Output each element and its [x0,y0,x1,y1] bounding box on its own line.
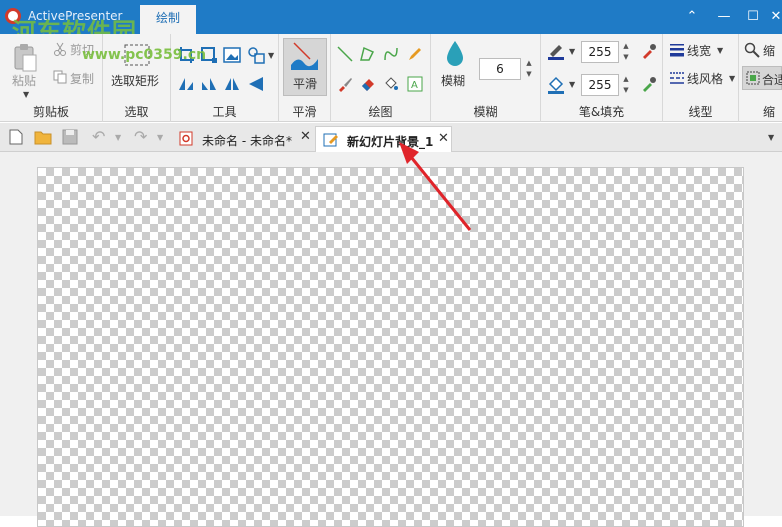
blur-drop-icon[interactable] [445,40,465,68]
watermark-url: www.pc0359.cn [82,47,207,63]
paste-icon[interactable] [12,42,38,72]
curve-tool-icon[interactable] [383,46,399,62]
copy-icon[interactable] [53,70,67,84]
line-width-icon[interactable] [669,43,685,57]
group-draw: A 绘图 [331,34,431,122]
image-edit-file-icon [323,133,338,147]
line-width-button[interactable]: 线宽 [687,42,711,59]
image-icon[interactable] [223,46,241,64]
fit-icon [746,71,760,85]
ribbon-tab-draw[interactable]: 绘制 [140,5,196,34]
paste-button[interactable]: 粘贴 [12,72,36,89]
blur-amount-stepper[interactable]: ▲ ▼ [524,58,534,80]
flip-horizontal-icon[interactable] [247,76,265,92]
svg-text:A: A [411,80,418,91]
group-label-select: 选取 [124,105,149,119]
group-label-line-type: 线型 [688,105,713,119]
group-label-pen-fill: 笔&填充 [578,105,625,119]
group-smooth: 平滑 平滑 [279,34,331,122]
pen-picker-icon[interactable] [641,43,657,59]
title-bar: ActivePresenter 河东软件园 绘制 ⌃ — ☐ ✕ [0,0,782,46]
group-blur: 模糊 6 ▲ ▼ 模糊 [431,34,541,122]
doc-tab-untitled-label: 未命名 - 未命名* [202,134,292,148]
blur-button[interactable]: 模糊 [441,72,465,89]
doc-tab-untitled-close-icon[interactable]: ✕ [300,129,311,144]
redo-dropdown-icon[interactable]: ▼ [157,133,163,142]
line-style-icon[interactable] [669,71,685,85]
fill-bucket-icon[interactable] [383,76,399,92]
shape-dropdown-icon[interactable]: ▼ [268,51,274,60]
close-button[interactable]: ✕ [766,8,782,26]
group-label-clipboard: 剪贴板 [32,105,69,119]
new-file-icon[interactable] [9,129,23,145]
text-tool-icon[interactable]: A [407,76,423,92]
save-icon[interactable] [62,129,78,145]
select-rect-button[interactable]: 选取矩形 [111,72,159,89]
maximize-button[interactable]: ☐ [743,8,763,26]
line-style-dropdown-icon[interactable]: ▼ [729,74,735,83]
rotate-left-icon[interactable] [177,76,195,92]
minimize-button[interactable]: — [714,8,734,26]
undo-icon[interactable]: ↶ [92,127,105,146]
zoom-button[interactable]: 缩 [763,42,775,59]
group-pen-fill: ▼ 255 ▲ ▼ ▼ 255 ▲ ▼ 笔&填充 [541,34,663,122]
line-width-dropdown-icon[interactable]: ▼ [717,46,723,55]
line-style-button[interactable]: 线风格 [687,70,723,87]
blur-amount-input[interactable]: 6 [479,58,521,80]
copy-button[interactable]: 复制 [70,70,94,87]
fill-color-dropdown-icon[interactable]: ▼ [569,80,575,89]
tab-list-dropdown-icon[interactable]: ▼ [768,133,774,142]
smooth-button[interactable]: 平滑 [283,38,327,96]
group-label-smooth: 平滑 [292,105,317,119]
group-zoom: 缩 合适 缩 [739,34,782,122]
group-label-zoom: 缩 [763,105,776,119]
zoom-fit-button[interactable]: 合适 [742,66,782,90]
pen-color-dropdown-icon[interactable]: ▼ [569,47,575,56]
pen-value-input[interactable]: 255 [581,41,619,63]
pencil-tool-icon[interactable] [407,46,423,62]
zoom-icon[interactable] [744,42,760,58]
undo-dropdown-icon[interactable]: ▼ [115,133,121,142]
brush-tool-icon[interactable] [337,76,353,92]
group-label-draw: 绘图 [368,105,393,119]
ribbon-collapse-icon[interactable]: ⌃ [682,8,702,26]
smooth-icon [291,42,318,70]
pen-value-stepper[interactable]: ▲ ▼ [621,41,631,63]
paste-dropdown-icon[interactable]: ▼ [23,90,29,99]
fill-value-stepper[interactable]: ▲ ▼ [621,74,631,96]
open-folder-icon[interactable] [34,129,52,145]
fill-value-input[interactable]: 255 [581,74,619,96]
flip-vertical-icon[interactable] [223,76,241,92]
fill-picker-icon[interactable] [641,76,657,92]
annotation-arrow-icon [399,142,472,231]
doc-tab-untitled[interactable]: 未命名 - 未命名* [173,126,315,152]
smooth-label: 平滑 [293,77,318,91]
zoom-fit-label: 合适 [762,73,782,87]
group-label-blur: 模糊 [473,105,498,119]
fill-color-icon[interactable] [547,76,565,94]
cut-icon[interactable] [53,42,67,56]
rotate-right-icon[interactable] [200,76,218,92]
group-line-type: 线宽 ▼ 线风格 ▼ 线型 [663,34,739,122]
redo-icon[interactable]: ↷ [134,127,147,146]
polyline-tool-icon[interactable] [360,46,376,62]
shape-icon[interactable] [247,46,265,64]
line-tool-icon[interactable] [337,46,353,62]
eraser-tool-icon[interactable] [360,76,376,92]
pen-color-icon[interactable] [547,42,565,60]
group-label-tools: 工具 [212,105,237,119]
presentation-file-icon [179,131,193,146]
